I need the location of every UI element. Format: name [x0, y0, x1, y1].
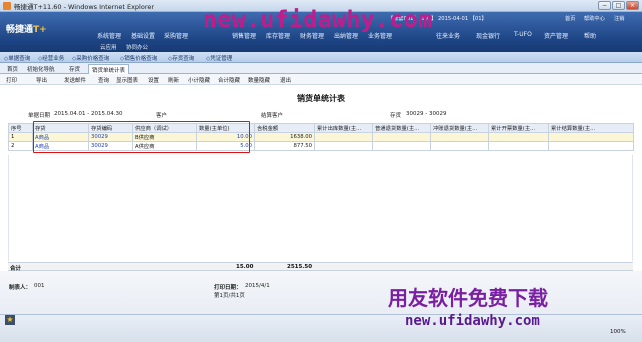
- cell[interactable]: [430, 141, 489, 151]
- hide-quantity-button[interactable]: 数量隐藏: [248, 76, 270, 84]
- nav-item[interactable]: 现金银行: [476, 31, 500, 40]
- totals-quantity: 15.00: [236, 264, 254, 270]
- date-value: 2015.04.01 - 2015.04.30: [54, 111, 123, 117]
- quick-item[interactable]: ◇存货查询: [168, 54, 194, 62]
- cell-amount[interactable]: 1638.00: [254, 132, 315, 142]
- tab-inventory[interactable]: 存货: [66, 64, 83, 74]
- quick-bar: ◇单据查询 ◇经营业务 ◇采购价格查询 ◇销售价格查询 ◇存货查询 ◇凭证管理: [0, 52, 642, 63]
- hide-total-button[interactable]: 合计隐藏: [218, 76, 240, 84]
- header-link-help[interactable]: 帮助中心: [584, 15, 605, 22]
- sub-nav-item[interactable]: 云应用: [100, 43, 117, 51]
- customer-label: 客户: [156, 113, 168, 119]
- quick-item[interactable]: ◇凭证管理: [206, 54, 232, 62]
- cell[interactable]: [314, 141, 373, 151]
- status-bar: 100%: [0, 314, 642, 342]
- column-header[interactable]: 累计开票数量(主...: [488, 123, 549, 133]
- settings-button[interactable]: 设置: [148, 76, 159, 84]
- table-empty-area: [8, 155, 633, 261]
- print-date-label: 打印日期：: [214, 285, 242, 291]
- cell[interactable]: [372, 132, 431, 142]
- zoom-level[interactable]: 100%: [610, 329, 626, 335]
- maximize-button[interactable]: □: [612, 1, 625, 10]
- totals-amount: 2515.50: [287, 264, 313, 270]
- cell-amount[interactable]: 877.50: [254, 141, 315, 151]
- date-label: 单据日期: [28, 113, 51, 119]
- cell[interactable]: [430, 132, 489, 142]
- nav-item[interactable]: 资产管理: [544, 31, 568, 40]
- close-button[interactable]: ×: [626, 1, 639, 10]
- totals-row: 合计 15.00 2515.50: [8, 262, 633, 272]
- maker-label: 制表人：: [9, 285, 32, 291]
- toolbar: 打印 导出 发送邮件 查询 显示图表 设置 刷新 小计隐藏 合计隐藏 数量隐藏 …: [0, 74, 642, 85]
- send-mail-button[interactable]: 发送邮件: [64, 76, 86, 84]
- column-header[interactable]: 序号: [8, 123, 33, 133]
- inventory-label: 存货: [390, 113, 402, 119]
- maker-value: 001: [34, 283, 45, 289]
- quick-item[interactable]: ◇采购价格查询: [72, 54, 109, 62]
- sub-nav-item[interactable]: 协同办公: [126, 43, 148, 51]
- cell-index: 2: [8, 141, 33, 151]
- header-link-logout[interactable]: 注销: [614, 15, 624, 22]
- tab-sales-stats[interactable]: 销货单统计表: [88, 64, 130, 74]
- window-title: 畅捷通T+11.60 - Windows Internet Explorer: [14, 3, 155, 11]
- favorite-star-icon[interactable]: ★: [5, 315, 15, 325]
- column-header[interactable]: 冲账退货数量(主...: [430, 123, 489, 133]
- app-logo: 畅捷通T+: [6, 25, 47, 35]
- cell[interactable]: [372, 141, 431, 151]
- column-header[interactable]: 累计结算数量(主...: [548, 123, 634, 133]
- tab-init-guide[interactable]: 初始化导航: [24, 64, 58, 74]
- nav-item[interactable]: 帮助: [584, 31, 596, 40]
- refresh-button[interactable]: 刷新: [168, 76, 179, 84]
- cell[interactable]: [488, 141, 549, 151]
- print-date-value: 2015/4/1: [245, 283, 270, 289]
- hide-subtotal-button[interactable]: 小计隐藏: [188, 76, 210, 84]
- tab-bar: 首页 初始化导航 存货 销货单统计表: [0, 63, 642, 74]
- nav-item[interactable]: T-UFO: [514, 31, 532, 38]
- query-button[interactable]: 查询: [98, 76, 109, 84]
- watermark-bottom-url: new.ufidawhy.com: [405, 313, 540, 329]
- watermark-bottom-title: 用友软件免费下载: [388, 286, 548, 310]
- nav-item[interactable]: 往来业务: [436, 31, 460, 40]
- nav-item[interactable]: 系统管理: [97, 31, 121, 40]
- page-indicator: 第1页/共1页: [214, 293, 245, 299]
- column-header[interactable]: 累计出库数量(主...: [314, 123, 373, 133]
- quick-item[interactable]: ◇单据查询: [4, 54, 30, 62]
- header-link-home[interactable]: 首页: [565, 15, 575, 22]
- cell[interactable]: [548, 141, 634, 151]
- minimize-button[interactable]: −: [598, 1, 611, 10]
- print-button[interactable]: 打印: [6, 76, 17, 84]
- cell[interactable]: [488, 132, 549, 142]
- cell-index: 1: [8, 132, 33, 142]
- show-chart-button[interactable]: 显示图表: [116, 76, 138, 84]
- tab-home[interactable]: 首页: [4, 64, 21, 74]
- report-title: 销货单统计表: [297, 94, 345, 103]
- quick-item[interactable]: ◇销售价格查询: [120, 54, 157, 62]
- export-button[interactable]: 导出: [36, 76, 47, 84]
- app-icon: [3, 2, 11, 10]
- cell[interactable]: [314, 132, 373, 142]
- nav-item[interactable]: 采购管理: [164, 31, 188, 40]
- exit-button[interactable]: 退出: [280, 76, 291, 84]
- highlight-box: [33, 121, 250, 153]
- settle-customer-label: 结算客户: [261, 113, 284, 119]
- column-header[interactable]: 普通退货数量(主...: [372, 123, 431, 133]
- column-header[interactable]: 含税金额: [254, 123, 315, 133]
- nav-item[interactable]: 基础设置: [131, 31, 155, 40]
- quick-item[interactable]: ◇经营业务: [38, 54, 64, 62]
- cell[interactable]: [548, 132, 634, 142]
- watermark-top: new.ufidawhy.com: [203, 7, 433, 33]
- inventory-value: 30029 - 30029: [406, 111, 447, 117]
